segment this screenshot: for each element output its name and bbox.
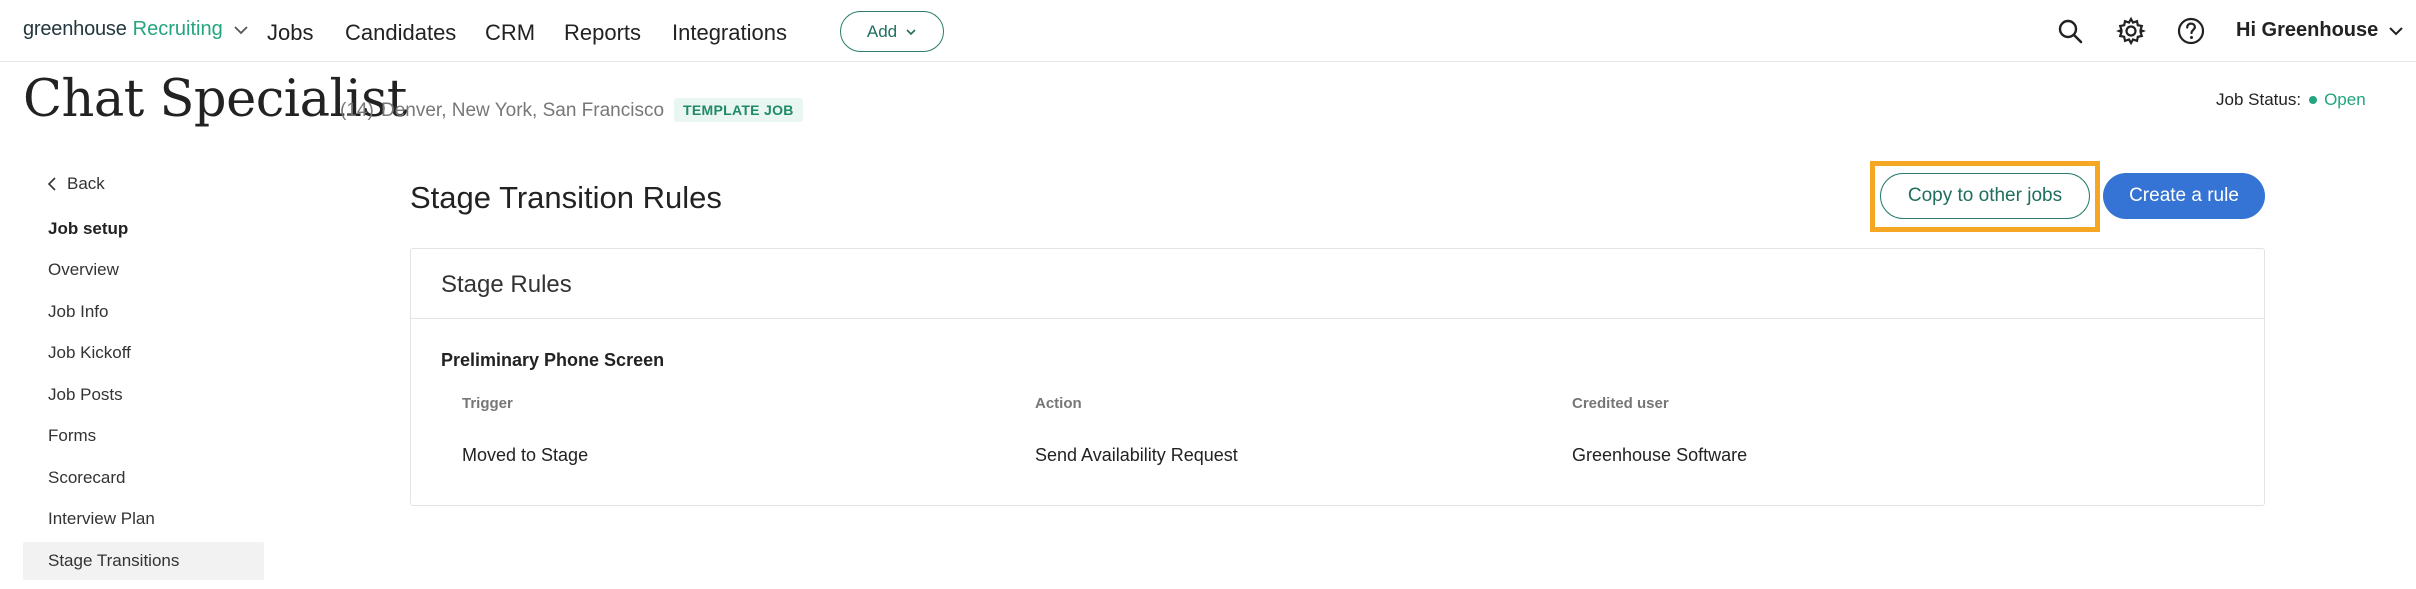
nav-reports[interactable]: Reports <box>564 20 641 46</box>
logo-brand: greenhouse <box>23 18 127 40</box>
create-rule-button[interactable]: Create a rule <box>2103 173 2265 219</box>
nav-crm[interactable]: CRM <box>485 20 535 46</box>
stage-rules-card: Stage Rules Preliminary Phone Screen Tri… <box>410 248 2265 506</box>
chevron-down-icon <box>906 28 916 35</box>
rule-credited-user-cell: Greenhouse Software <box>1572 445 1748 465</box>
chevron-left-icon <box>47 177 56 191</box>
help-icon[interactable] <box>2176 16 2206 46</box>
nav-candidates[interactable]: Candidates <box>345 20 456 46</box>
job-candidate-count: (14) <box>340 100 374 121</box>
nav-integrations[interactable]: Integrations <box>672 20 787 46</box>
sidebar-item-job-posts[interactable]: Job Posts <box>23 376 264 414</box>
job-status-label: Job Status: <box>2216 90 2302 109</box>
user-menu[interactable]: Hi Greenhouse <box>2236 19 2404 42</box>
column-header-trigger: Trigger <box>462 395 513 412</box>
back-link[interactable]: Back <box>47 174 105 194</box>
page-title: Stage Transition Rules <box>410 180 722 215</box>
sidebar-item-interview-plan[interactable]: Interview Plan <box>23 500 264 538</box>
job-status: Job Status: Open <box>2216 90 2366 110</box>
sidebar-item-forms[interactable]: Forms <box>23 417 264 455</box>
top-nav: greenhouse Recruiting Jobs Candidates CR… <box>0 0 2416 62</box>
rule-action-cell: Send Availability Request <box>1035 445 1238 465</box>
card-header: Stage Rules <box>411 249 2264 319</box>
add-button-label: Add <box>866 21 898 41</box>
sidebar-item-job-info[interactable]: Job Info <box>23 293 264 331</box>
job-status-value: Open <box>2324 90 2366 109</box>
template-job-badge: TEMPLATE JOB <box>674 98 803 122</box>
column-header-credited-user: Credited user <box>1572 395 1669 412</box>
column-header-action: Action <box>1035 395 1082 412</box>
sidebar-item-scorecard[interactable]: Scorecard <box>23 459 264 497</box>
job-locations: Denver, New York, San Francisco <box>381 100 665 121</box>
logo[interactable]: greenhouse Recruiting <box>23 18 249 41</box>
greeting-label: Hi Greenhouse <box>2236 19 2379 41</box>
sidebar-item-job-kickoff[interactable]: Job Kickoff <box>23 334 264 372</box>
chevron-down-icon <box>2389 26 2403 35</box>
back-link-label: Back <box>67 174 105 193</box>
nav-jobs[interactable]: Jobs <box>267 20 313 46</box>
stage-name: Preliminary Phone Screen <box>441 350 665 370</box>
status-dot-icon <box>2309 96 2318 104</box>
search-icon[interactable] <box>2055 16 2085 46</box>
sidebar-item-overview[interactable]: Overview <box>23 251 264 289</box>
copy-to-other-jobs-button[interactable]: Copy to other jobs <box>1880 173 2090 219</box>
rule-trigger-cell: Moved to Stage <box>462 445 589 465</box>
sidebar-heading: Job setup <box>48 219 129 238</box>
logo-product: Recruiting <box>132 18 223 40</box>
chevron-down-icon[interactable] <box>233 22 249 38</box>
add-button[interactable]: Add <box>840 11 944 52</box>
sidebar-item-stage-transitions[interactable]: Stage Transitions <box>23 542 264 580</box>
card-title: Stage Rules <box>441 271 572 298</box>
gear-icon[interactable] <box>2116 16 2146 46</box>
